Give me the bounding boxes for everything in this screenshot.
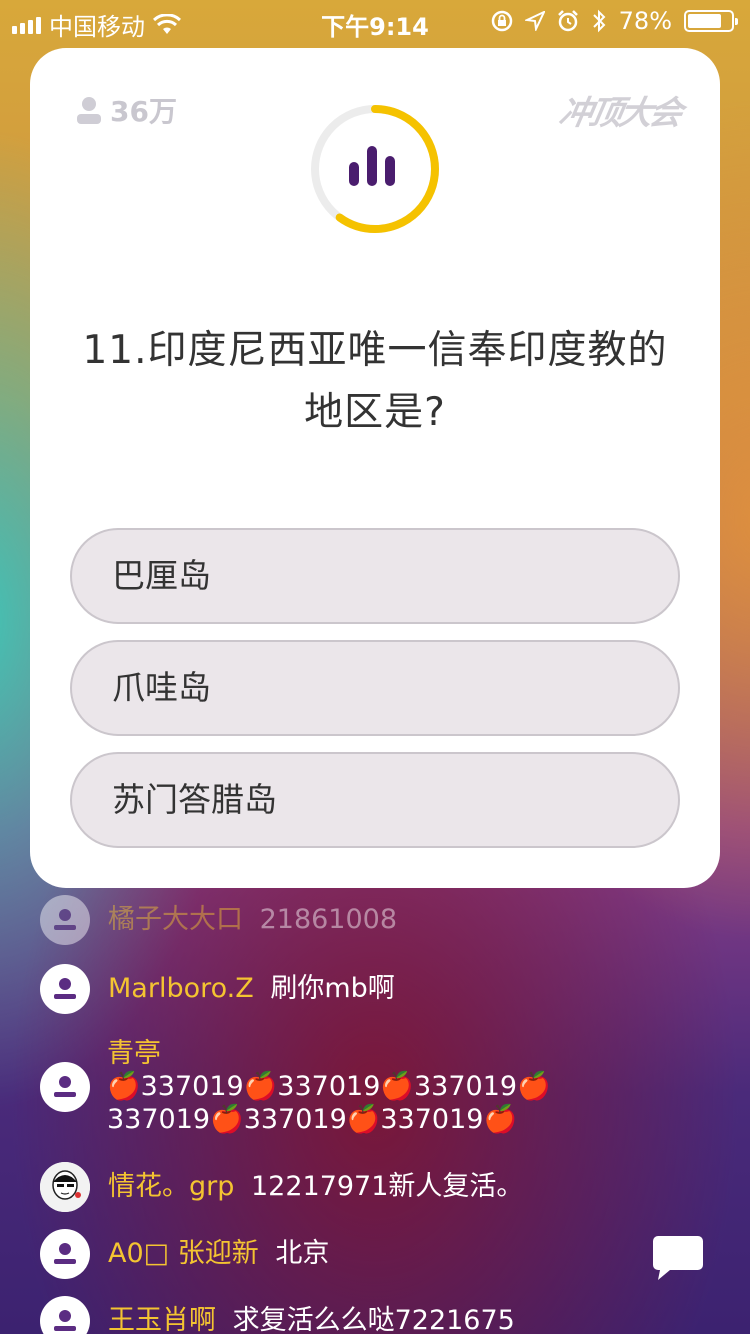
- avatar: [40, 1229, 90, 1279]
- chat-username: 橘子大大口: [108, 904, 243, 935]
- chat-message-line-2: 337019🍎337019🍎337019🍎: [107, 1104, 518, 1135]
- chat-item: A0□ 张迎新 北京: [40, 1229, 329, 1279]
- chat-message: 21861008: [259, 904, 398, 935]
- battery-fill: [688, 14, 721, 28]
- chat-username: 情花。grp: [108, 1171, 235, 1202]
- avatar: [40, 1062, 90, 1112]
- default-avatar-icon: [54, 909, 76, 930]
- battery-percent: 78%: [618, 7, 672, 35]
- viewer-count: 36万: [74, 90, 177, 130]
- user-photo-avatar-icon: [40, 1162, 90, 1212]
- avatar: [40, 1296, 90, 1334]
- answer-option-2[interactable]: 爪哇岛: [70, 640, 680, 736]
- viewer-count-label: 36万: [110, 95, 177, 128]
- question-text: 11.印度尼西亚唯一信奉印度教的地区是?: [82, 328, 668, 435]
- chat-message: 求复活么么哒7221675: [232, 1305, 515, 1334]
- chat-item: Marlboro.Z 刷你mb啊: [40, 964, 395, 1014]
- default-avatar-icon: [54, 978, 76, 999]
- alarm-icon: [557, 10, 578, 32]
- countdown-timer: [311, 105, 439, 233]
- default-avatar-icon: [54, 1310, 76, 1331]
- chat-username: Marlboro.Z: [108, 973, 254, 1004]
- comment-bubble-icon[interactable]: [652, 1234, 704, 1282]
- answer-option-3[interactable]: 苏门答腊岛: [70, 752, 680, 848]
- default-avatar-icon: [54, 1076, 76, 1097]
- chat-item: 情花。grp 12217971新人复活。: [40, 1162, 523, 1212]
- person-icon: [77, 97, 101, 124]
- status-bar: 中国移动 下午9:14 78%: [0, 0, 750, 41]
- battery-icon: [684, 10, 738, 32]
- chat-message: 12217971新人复活。: [250, 1171, 524, 1202]
- default-avatar-icon: [54, 1243, 76, 1264]
- avatar: [40, 1162, 90, 1212]
- chat-item-faded: 橘子大大口 21861008: [40, 895, 397, 945]
- chat-username: A0□ 张迎新: [108, 1238, 259, 1269]
- app-logo: 冲顶大会: [556, 93, 683, 132]
- question-card: 36万 冲顶大会 11.印度尼西亚唯一信奉印度教的地区是? 巴厘岛 爪哇岛 苏门…: [30, 48, 720, 888]
- avatar: [40, 895, 90, 945]
- rotation-lock-icon: [491, 10, 512, 32]
- avatar: [40, 964, 90, 1014]
- chat-username: 王玉肖啊: [108, 1305, 216, 1334]
- chat-item-multiline: 青亭 🍎337019🍎337019🍎337019🍎 337019🍎337019🍎…: [107, 1037, 551, 1136]
- chat-message-line-1: 🍎337019🍎337019🍎337019🍎: [107, 1071, 551, 1102]
- chat-item: 王玉肖啊 求复活么么哒7221675: [40, 1296, 515, 1334]
- location-icon: [524, 11, 545, 31]
- chat-message: 北京: [275, 1238, 330, 1269]
- chat-username: 青亭: [107, 1038, 161, 1069]
- status-right: 78%: [491, 7, 738, 35]
- bluetooth-icon: [592, 9, 606, 33]
- answer-option-1[interactable]: 巴厘岛: [70, 528, 680, 624]
- bars-icon: [349, 146, 395, 186]
- chat-message: 刷你mb啊: [270, 973, 395, 1004]
